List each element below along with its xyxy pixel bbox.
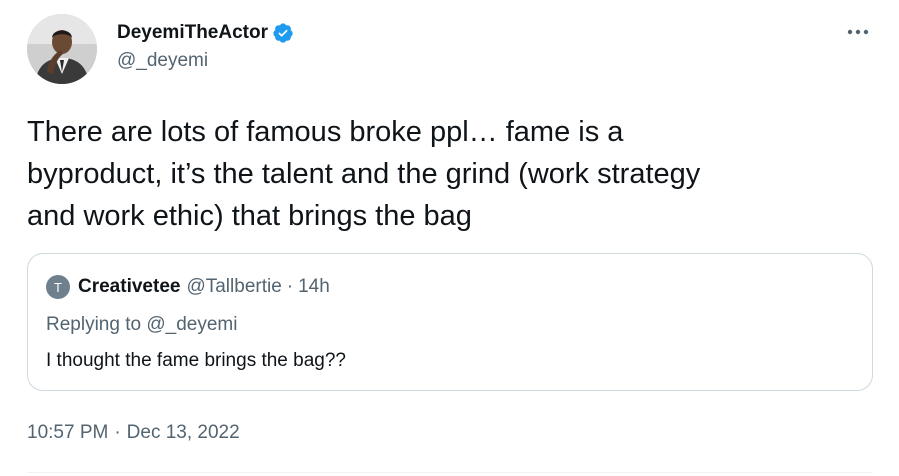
replying-to-label: Replying to [46, 314, 142, 335]
more-horizontal-icon [847, 23, 869, 41]
quoted-tweet-header: T Creativetee @Tallbertie · 14h [46, 275, 330, 299]
meta-separator: · [114, 422, 121, 443]
divider [27, 472, 873, 473]
tweet: DeyemiTheActor @_deyemi There are lots o… [0, 0, 899, 476]
quoted-timestamp[interactable]: 14h [298, 276, 330, 298]
quoted-tweet-text: I thought the fame brings the bag?? [46, 350, 346, 371]
quoted-display-name[interactable]: Creativetee [78, 276, 180, 298]
replying-to-handle[interactable]: @_deyemi [146, 314, 237, 335]
author-name-row: DeyemiTheActor [117, 20, 294, 46]
more-options-button[interactable] [838, 18, 878, 46]
author-display-name[interactable]: DeyemiTheActor [117, 22, 268, 44]
tweet-metadata: 10:57 PM · Dec 13, 2022 [27, 422, 240, 444]
avatar[interactable] [27, 14, 97, 84]
verified-badge-icon[interactable] [272, 22, 294, 44]
tweet-text: There are lots of famous broke ppl… fame… [27, 116, 701, 232]
quoted-replying-to: Replying to @_deyemi [46, 314, 237, 336]
quoted-avatar[interactable]: T [46, 275, 70, 299]
tweet-time[interactable]: 10:57 PM [27, 422, 108, 444]
quoted-tweet[interactable]: T Creativetee @Tallbertie · 14h Replying… [27, 253, 873, 391]
quoted-separator: · [286, 276, 294, 297]
author-block: DeyemiTheActor @_deyemi [117, 20, 294, 72]
author-handle[interactable]: @_deyemi [117, 50, 294, 72]
tweet-date[interactable]: Dec 13, 2022 [127, 422, 240, 444]
quoted-handle[interactable]: @Tallbertie [186, 276, 281, 298]
